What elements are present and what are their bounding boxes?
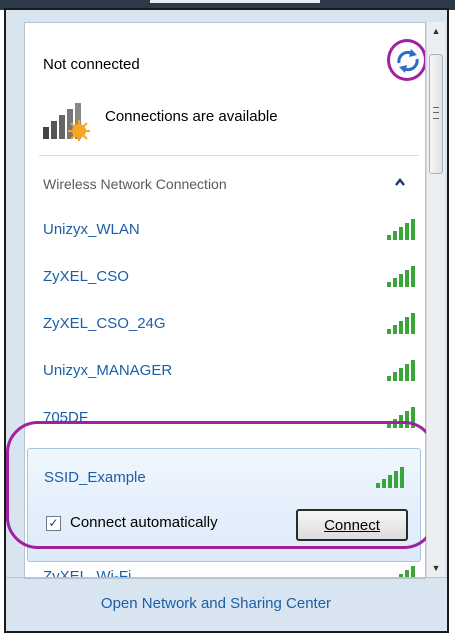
network-name: Unizyx_WLAN xyxy=(43,221,140,238)
connect-automatically-label: Connect automatically xyxy=(70,514,218,531)
selected-network-item[interactable]: SSID_Example ✓ Connect automatically Con… xyxy=(27,448,421,562)
signal-strength-icon xyxy=(385,217,419,241)
network-name: ZyXEL_CSO_24G xyxy=(43,315,166,332)
network-name: ZyXEL_CSO xyxy=(43,268,129,285)
selected-network-name: SSID_Example xyxy=(44,469,146,486)
network-item[interactable]: Unizyx_WLAN xyxy=(39,213,419,259)
network-flyout: Not connected Connections are available … xyxy=(4,8,449,633)
connection-status: Not connected xyxy=(43,56,140,73)
signal-strength-icon xyxy=(385,358,419,382)
scroll-thumb[interactable] xyxy=(429,54,443,174)
section-header-wireless: Wireless Network Connection xyxy=(43,176,227,192)
grip-icon xyxy=(433,107,439,119)
signal-strength-icon xyxy=(385,311,419,335)
chevron-up-icon[interactable] xyxy=(393,175,407,189)
network-item[interactable]: 705DF xyxy=(39,401,419,447)
network-name: Unizyx_MANAGER xyxy=(43,362,173,379)
network-available-icon xyxy=(41,101,91,142)
scroll-down-icon[interactable]: ▼ xyxy=(427,559,445,577)
network-name: 705DF xyxy=(43,409,89,426)
network-item[interactable]: ZyXEL_CSO xyxy=(39,260,419,306)
connect-button-label: Connect xyxy=(324,517,380,534)
network-item[interactable]: Unizyx_MANAGER xyxy=(39,354,419,400)
signal-strength-icon xyxy=(374,465,408,489)
footer-divider xyxy=(6,577,447,578)
divider xyxy=(39,155,419,156)
signal-strength-icon xyxy=(385,264,419,288)
connect-button[interactable]: Connect xyxy=(296,509,408,541)
connect-automatically-checkbox[interactable]: ✓ xyxy=(46,516,61,531)
scroll-up-icon[interactable]: ▲ xyxy=(427,22,445,40)
network-item[interactable]: ZyXEL_CSO_24G xyxy=(39,307,419,353)
signal-strength-icon xyxy=(385,405,419,429)
network-sharing-center-link[interactable]: Open Network and Sharing Center xyxy=(6,595,426,612)
connections-available-text: Connections are available xyxy=(105,108,278,125)
network-list-panel: Not connected Connections are available … xyxy=(24,22,426,579)
highlight-ring-refresh xyxy=(387,39,425,81)
vertical-scrollbar[interactable]: ▲ ▼ xyxy=(426,22,445,577)
